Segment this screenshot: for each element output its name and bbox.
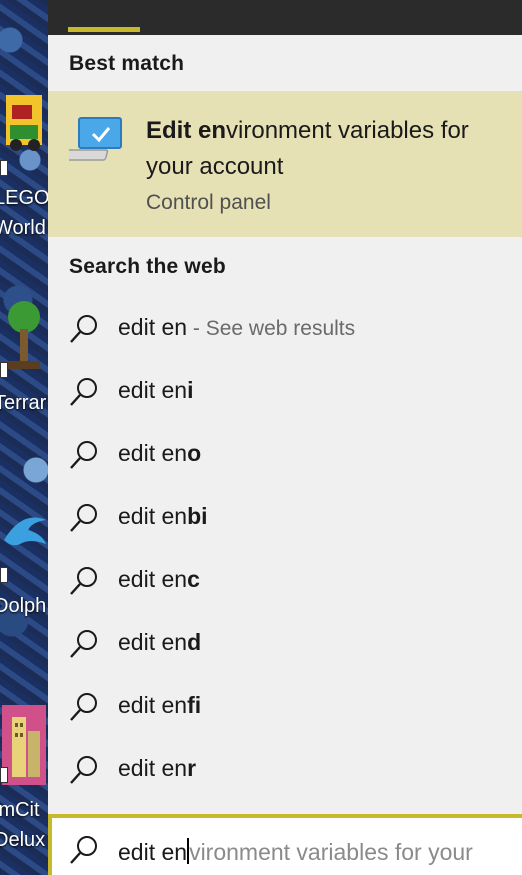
- control-panel-monitor-icon: [69, 117, 122, 161]
- web-result-base: edit en: [118, 440, 188, 466]
- search-icon: [70, 836, 97, 864]
- search-icon: [70, 567, 97, 595]
- lego-worlds-label-2: World: [0, 217, 46, 239]
- search-input[interactable]: edit environment variables for your: [118, 838, 473, 866]
- web-result-row[interactable]: edit enr: [48, 737, 522, 800]
- search-web-header: Search the web: [69, 255, 226, 278]
- web-result-text: edit end: [118, 629, 201, 656]
- web-result-base: edit en: [118, 314, 188, 340]
- web-result-text: edit en - See web results: [118, 314, 355, 341]
- web-result-row[interactable]: edit enbi: [48, 485, 522, 548]
- web-result-row[interactable]: edit eni: [48, 359, 522, 422]
- web-result-base: edit en: [118, 755, 188, 781]
- best-match-title: Edit environment variables for your acco…: [146, 113, 516, 185]
- search-icon: [70, 630, 97, 658]
- active-tab-indicator[interactable]: [68, 27, 140, 32]
- shortcut-arrow: [0, 567, 8, 583]
- terraria-icon[interactable]: [2, 295, 46, 375]
- lego-worlds-label: LEGO: [0, 187, 48, 209]
- simcity-icon[interactable]: [2, 705, 46, 785]
- web-result-base: edit en: [118, 377, 188, 403]
- dolphin-label: Dolph: [0, 595, 47, 617]
- search-autocomplete: vironment variables for your: [189, 839, 473, 865]
- terraria-label: Terrar: [0, 392, 47, 414]
- simcity-label: imCit: [0, 799, 40, 821]
- best-match-subtitle: Control panel: [146, 191, 271, 214]
- web-result-row[interactable]: edit eno: [48, 422, 522, 485]
- web-result-suffix: bi: [187, 503, 208, 529]
- web-result-text: edit enc: [118, 566, 200, 593]
- search-icon: [70, 504, 97, 532]
- search-box[interactable]: edit environment variables for your: [48, 814, 522, 875]
- filter-tab-bar: [48, 0, 522, 35]
- web-result-text: edit eno: [118, 440, 201, 467]
- web-result-suffix: i: [187, 377, 194, 403]
- web-result-base: edit en: [118, 692, 188, 718]
- web-result-row[interactable]: edit end: [48, 611, 522, 674]
- shortcut-arrow: [0, 767, 8, 783]
- web-result-row[interactable]: edit en - See web results: [48, 296, 522, 359]
- web-result-hint: - See web results: [187, 317, 356, 340]
- web-result-base: edit en: [118, 629, 188, 655]
- web-result-row[interactable]: edit enc: [48, 548, 522, 611]
- search-typed-text: edit en: [118, 839, 188, 865]
- web-result-text: edit eni: [118, 377, 193, 404]
- shortcut-arrow: [0, 362, 8, 378]
- web-result-suffix: c: [187, 566, 200, 592]
- web-result-text: edit enfi: [118, 692, 201, 719]
- best-match-header: Best match: [69, 52, 185, 75]
- search-icon: [70, 756, 97, 784]
- desktop-background: LEGO World Terrar Dolph imCit Delux: [0, 0, 48, 875]
- web-result-suffix: o: [187, 440, 202, 466]
- lego-worlds-icon[interactable]: [2, 85, 46, 175]
- web-result-base: edit en: [118, 503, 188, 529]
- web-result-base: edit en: [118, 566, 188, 592]
- search-icon: [70, 378, 97, 406]
- web-result-suffix: r: [187, 755, 197, 781]
- web-result-row[interactable]: edit enfi: [48, 674, 522, 737]
- best-match-title-bold: Edit en: [146, 117, 227, 144]
- search-icon: [70, 315, 97, 343]
- best-match-result[interactable]: Edit environment variables for your acco…: [48, 91, 522, 237]
- web-result-suffix: d: [187, 629, 202, 655]
- web-result-text: edit enbi: [118, 503, 208, 530]
- shortcut-arrow: [0, 160, 8, 176]
- search-icon: [70, 441, 97, 469]
- start-search-panel: Best match Edit environment variables fo…: [48, 0, 522, 875]
- dolphin-icon[interactable]: [2, 500, 46, 560]
- web-result-suffix: fi: [187, 692, 202, 718]
- web-result-text: edit enr: [118, 755, 196, 782]
- search-icon: [70, 693, 97, 721]
- simcity-label-2: Delux: [0, 829, 46, 851]
